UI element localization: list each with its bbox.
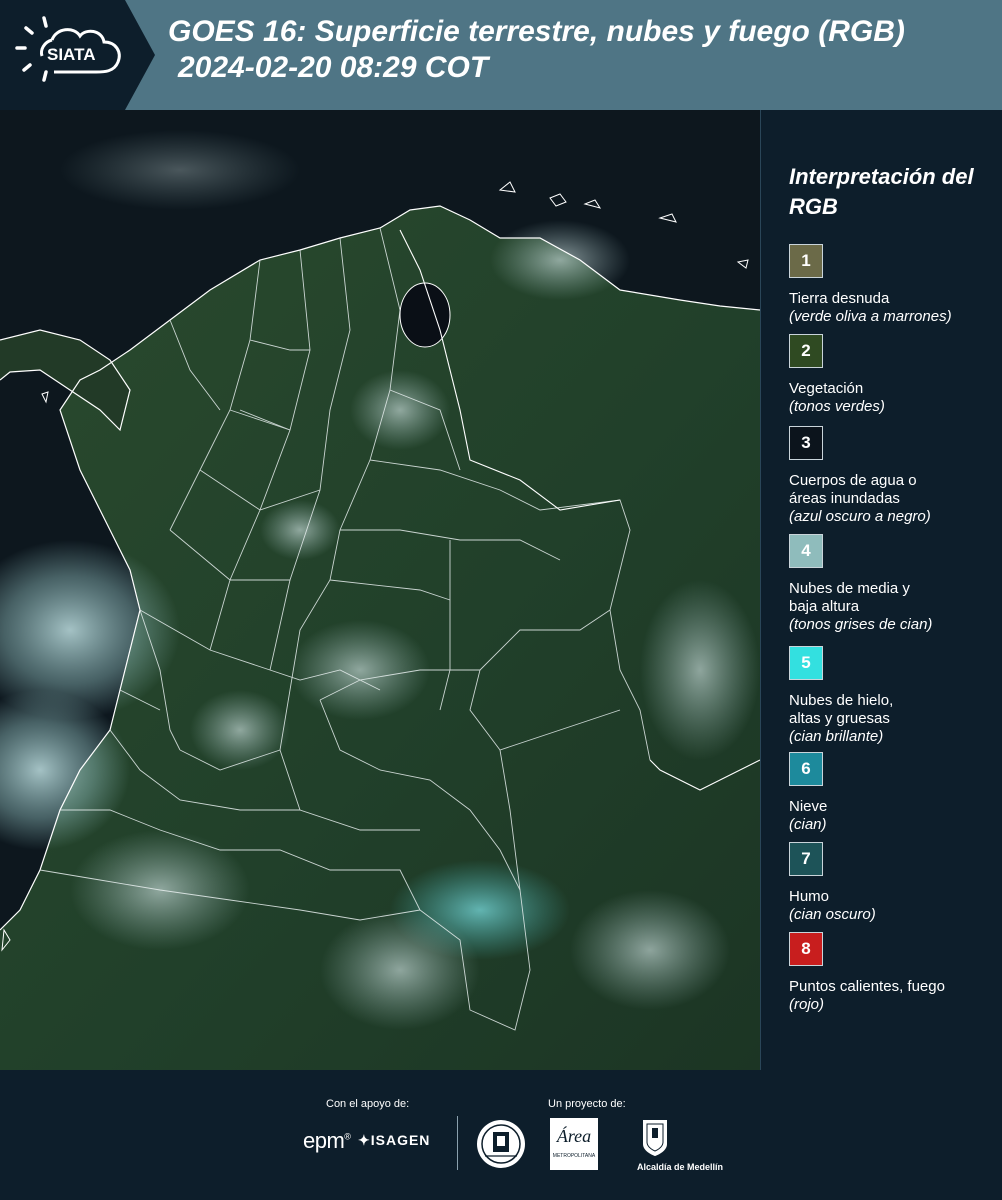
legend-swatch: 8 <box>789 932 823 966</box>
legend-sublabel: (azul oscuro a negro) <box>789 508 931 525</box>
legend-sublabel: (cian oscuro) <box>789 906 876 923</box>
project-label: Un proyecto de: <box>548 1098 626 1110</box>
legend-sublabel: (cian brillante) <box>789 728 884 745</box>
alcaldia-shield-icon <box>641 1118 669 1163</box>
area-metropolitana-logo: Área METROPOLITANA <box>550 1118 598 1170</box>
legend-swatch: 4 <box>789 534 823 568</box>
legend-swatch: 2 <box>789 334 823 368</box>
legend-label: Nubes de hielo, altas y gruesas <box>789 692 894 727</box>
isagen-logo: ✦ISAGEN <box>358 1132 431 1148</box>
logo-text: SIATA <box>47 45 95 64</box>
epm-logo: epm® <box>303 1128 351 1153</box>
legend-panel: Interpretación del RGB 1 Tierra desnuda (v… <box>760 110 1002 1070</box>
alcaldia-label: Alcaldía de Medellín <box>637 1162 724 1172</box>
legend-item: 3 Cuerpos de agua o áreas inundadas (azul … <box>789 426 999 526</box>
footer: Con el apoyo de: Un proyecto de: epm® ✦I… <box>0 1070 1002 1200</box>
legend-item: 5 Nubes de hielo, altas y gruesas (cian br… <box>789 646 999 746</box>
legend-sublabel: (cian) <box>789 816 827 833</box>
legend-sublabel: (tonos grises de cian) <box>789 616 933 633</box>
legend-swatch: 1 <box>789 244 823 278</box>
legend-swatch: 6 <box>789 752 823 786</box>
title-block: GOES 16: Superficie terrestre, nubes y f… <box>168 14 998 86</box>
legend-item: 2 Vegetación (tonos verdes) <box>789 334 999 416</box>
seal-logo <box>475 1118 527 1175</box>
siata-logo: SIATA <box>0 0 155 110</box>
legend-title: Interpretación del RGB <box>789 164 974 219</box>
legend-label: Humo <box>789 888 830 905</box>
legend-label: Nubes de media y baja altura <box>789 580 910 615</box>
legend-item: 7 Humo (cian oscuro) <box>789 842 999 924</box>
legend-sublabel: (verde oliva a marrones) <box>789 308 952 325</box>
isagen-mark-icon: ✦ <box>358 1132 371 1148</box>
legend-sublabel: (tonos verdes) <box>789 398 885 415</box>
legend-item: 1 Tierra desnuda (verde oliva a marrones) <box>789 244 999 326</box>
satellite-map[interactable] <box>0 110 760 1070</box>
legend-sublabel: (rojo) <box>789 996 825 1013</box>
page-title: GOES 16: Superficie terrestre, nubes y f… <box>168 15 905 48</box>
legend-label: Vegetación <box>789 380 864 397</box>
timestamp: 2024-02-20 08:29 COT <box>178 51 489 84</box>
legend-item: 8 Puntos calientes, fuego (rojo) <box>789 932 999 1014</box>
legend-swatch: 3 <box>789 426 823 460</box>
legend-swatch: 7 <box>789 842 823 876</box>
support-label: Con el apoyo de: <box>326 1098 410 1110</box>
legend-label: Puntos calientes, fuego <box>789 978 945 995</box>
legend-item: 4 Nubes de media y baja altura (tonos gris… <box>789 534 999 634</box>
legend-item: 6 Nieve (cian) <box>789 752 999 834</box>
footer-divider <box>457 1116 458 1170</box>
legend-label: Cuerpos de agua o áreas inundadas <box>789 472 917 507</box>
legend-label: Nieve <box>789 798 828 815</box>
legend-label: Tierra desnuda <box>789 290 890 307</box>
header-banner: SIATA GOES 16: Superficie terrestre, nub… <box>0 0 1002 110</box>
legend-swatch: 5 <box>789 646 823 680</box>
